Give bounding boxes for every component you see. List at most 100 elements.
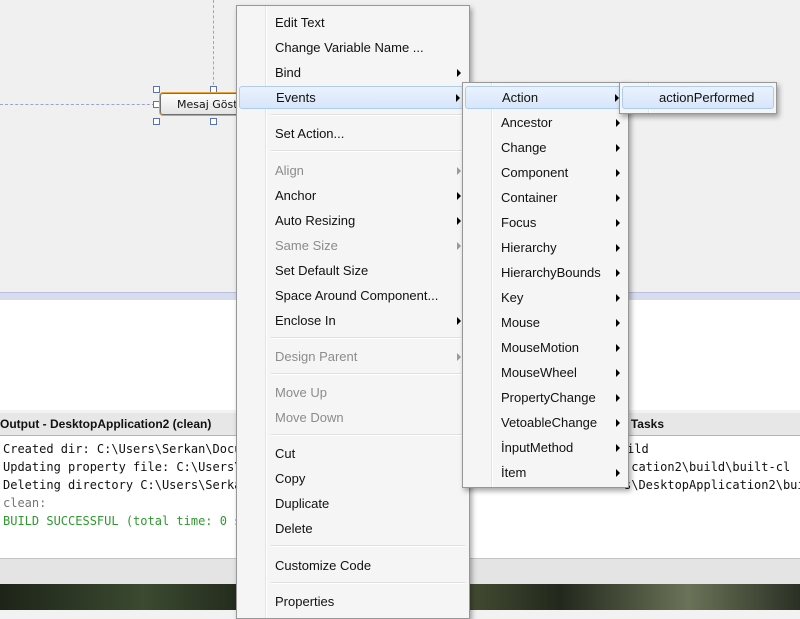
menu-item-label: Edit Text — [275, 15, 325, 30]
menu-item-label: İnputMethod — [501, 440, 574, 455]
submenu-arrow-icon — [616, 369, 620, 377]
menu-separator — [271, 434, 465, 436]
submenu-item-component[interactable]: Component — [465, 161, 626, 184]
menu-item-design-parent[interactable]: Design Parent — [239, 345, 467, 368]
resize-handle[interactable] — [210, 86, 217, 93]
submenu-arrow-icon — [616, 144, 620, 152]
submenu-arrow-icon — [616, 469, 620, 477]
menu-item-enclose-in[interactable]: Enclose In — [239, 309, 467, 332]
menu-item-label: Key — [501, 290, 524, 305]
menu-item-align[interactable]: Align — [239, 159, 467, 182]
menu-item-anchor[interactable]: Anchor — [239, 184, 467, 207]
submenu-item-mouse-motion[interactable]: MouseMotion — [465, 336, 626, 359]
submenu-item-action-performed[interactable]: actionPerformed — [622, 86, 774, 109]
menu-item-label: Design Parent — [275, 349, 358, 364]
menu-item-cut[interactable]: Cut — [239, 442, 467, 465]
submenu-item-mouse[interactable]: Mouse — [465, 311, 626, 334]
submenu-item-property-change[interactable]: PropertyChange — [465, 386, 626, 409]
menu-item-label: MouseMotion — [501, 340, 580, 355]
output-tab[interactable]: Output - DesktopApplication2 (clean) — [0, 413, 232, 435]
output-line: Created dir: C:\Users\Serkan\Documents\N… — [3, 442, 236, 456]
submenu-arrow-icon — [616, 219, 620, 227]
resize-handle[interactable] — [153, 101, 160, 108]
output-line-success: BUILD SUCCESSFUL (total time: 0 seconds) — [3, 514, 236, 528]
resize-handle[interactable] — [153, 118, 160, 125]
menu-item-label: Action — [502, 90, 539, 105]
menu-item-bind[interactable]: Bind — [239, 61, 467, 84]
submenu-item-hierarchy[interactable]: Hierarchy — [465, 236, 626, 259]
resize-handle[interactable] — [153, 86, 160, 93]
submenu-arrow-icon — [456, 94, 460, 102]
submenu-arrow-icon — [457, 192, 461, 200]
resize-handle[interactable] — [210, 118, 217, 125]
menu-item-label: HierarchyBounds — [501, 265, 601, 280]
menu-item-label: Mouse — [501, 315, 541, 330]
submenu-arrow-icon — [616, 269, 620, 277]
submenu-arrow-icon — [616, 119, 620, 127]
menu-separator — [271, 582, 465, 584]
menu-item-label: Bind — [275, 65, 302, 80]
menu-item-events[interactable]: Events — [239, 86, 467, 109]
menu-item-label: Copy — [275, 471, 306, 486]
submenu-item-ancestor[interactable]: Ancestor — [465, 111, 626, 134]
menu-item-label: Properties — [275, 594, 335, 609]
submenu-arrow-icon — [616, 419, 620, 427]
alignment-guide — [213, 0, 214, 90]
menu-item-set-default-size[interactable]: Set Default Size — [239, 259, 467, 282]
menu-item-label: Set Default Size — [275, 263, 369, 278]
menu-item-label: Change Variable Name ... — [275, 40, 424, 55]
submenu-arrow-icon — [457, 217, 461, 225]
menu-item-label: Auto Resizing — [275, 213, 356, 228]
submenu-arrow-icon — [616, 294, 620, 302]
output-line-tail: s\DesktopApplication2\build — [624, 478, 800, 492]
menu-item-label: Move Up — [275, 385, 328, 400]
submenu-arrow-icon — [616, 394, 620, 402]
tasks-tab[interactable]: Tasks — [631, 413, 664, 435]
menu-item-set-action[interactable]: Set Action... — [239, 122, 467, 145]
submenu-item-mouse-wheel[interactable]: MouseWheel — [465, 361, 626, 384]
menu-item-label: Same Size — [275, 238, 338, 253]
menu-item-change-variable-name[interactable]: Change Variable Name ... — [239, 36, 467, 59]
events-submenu: Action Ancestor Change Component Contain… — [462, 82, 629, 488]
menu-separator — [271, 545, 465, 547]
submenu-arrow-icon — [616, 194, 620, 202]
menu-item-label: Change — [501, 140, 547, 155]
menu-item-label: Anchor — [275, 188, 317, 203]
menu-item-label: Events — [276, 90, 316, 105]
menu-item-move-up[interactable]: Move Up — [239, 381, 467, 404]
menu-separator — [271, 373, 465, 375]
alignment-guide — [0, 104, 160, 105]
menu-item-auto-resizing[interactable]: Auto Resizing — [239, 209, 467, 232]
menu-item-label: Cut — [275, 446, 296, 461]
submenu-arrow-icon — [457, 69, 461, 77]
submenu-arrow-icon — [616, 319, 620, 327]
submenu-item-key[interactable]: Key — [465, 286, 626, 309]
menu-separator — [271, 150, 465, 152]
menu-item-edit-text[interactable]: Edit Text — [239, 11, 467, 34]
submenu-item-focus[interactable]: Focus — [465, 211, 626, 234]
submenu-arrow-icon — [457, 242, 461, 250]
submenu-item-change[interactable]: Change — [465, 136, 626, 159]
submenu-arrow-icon — [616, 244, 620, 252]
menu-item-label: Move Down — [275, 410, 344, 425]
output-line: Deleting directory C:\Users\Serkan\Docum… — [3, 478, 236, 492]
submenu-item-container[interactable]: Container — [465, 186, 626, 209]
menu-item-copy[interactable]: Copy — [239, 467, 467, 490]
submenu-item-item[interactable]: İtem — [465, 461, 626, 484]
submenu-item-action[interactable]: Action — [465, 86, 626, 109]
action-submenu: actionPerformed — [619, 82, 777, 114]
menu-item-same-size[interactable]: Same Size — [239, 234, 467, 257]
submenu-arrow-icon — [616, 344, 620, 352]
menu-item-move-down[interactable]: Move Down — [239, 406, 467, 429]
menu-item-customize-code[interactable]: Customize Code — [239, 554, 467, 577]
menu-item-space-around-component[interactable]: Space Around Component... — [239, 284, 467, 307]
menu-item-label: Enclose In — [275, 313, 336, 328]
menu-item-label: Delete — [275, 521, 313, 536]
submenu-item-input-method[interactable]: İnputMethod — [465, 436, 626, 459]
menu-item-delete[interactable]: Delete — [239, 517, 467, 540]
submenu-item-vetoable-change[interactable]: VetoableChange — [465, 411, 626, 434]
menu-item-label: Align — [275, 163, 304, 178]
submenu-item-hierarchy-bounds[interactable]: HierarchyBounds — [465, 261, 626, 284]
output-line: Updating property file: C:\Users\Serkan\… — [3, 460, 236, 474]
menu-item-duplicate[interactable]: Duplicate — [239, 492, 467, 515]
